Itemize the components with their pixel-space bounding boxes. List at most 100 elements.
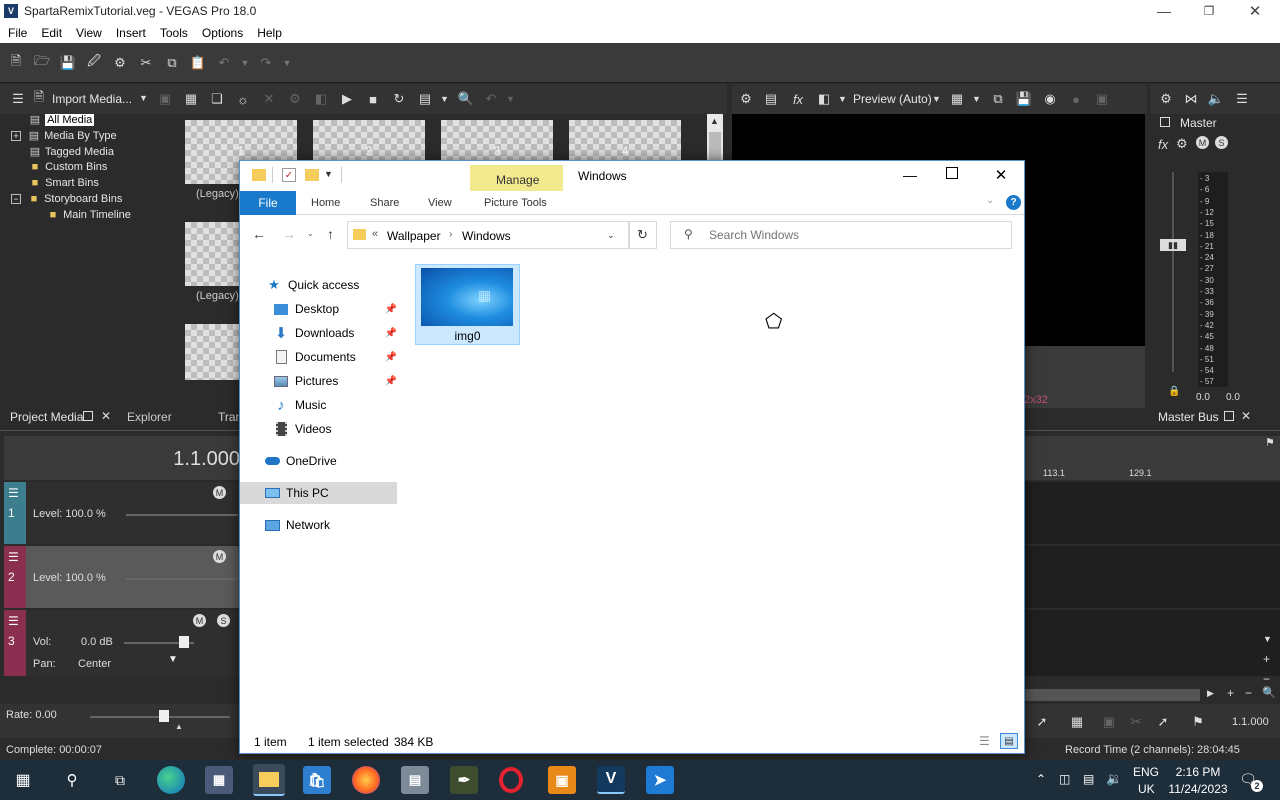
menu-help[interactable]: Help (257, 23, 282, 40)
marker-tool-icon[interactable]: ⚑ (1189, 713, 1207, 731)
save-snapshot-icon[interactable]: 💾 (1015, 90, 1033, 108)
trim-tool-icon[interactable]: ➚ (1154, 713, 1172, 731)
cut-icon[interactable]: ✂ (137, 54, 155, 72)
nav-onedrive[interactable]: OneDrive (264, 450, 337, 472)
remove-icon[interactable]: ✕ (260, 90, 278, 108)
play-icon[interactable]: ▶ (338, 90, 356, 108)
undo-icon[interactable]: ↶ (215, 54, 233, 72)
overlays-grid-icon[interactable]: ▦ (948, 90, 966, 108)
scroll-up-icon[interactable]: ▲ (710, 116, 719, 126)
web-icon[interactable]: ☼ (234, 90, 252, 108)
scroll-thumb[interactable] (709, 132, 721, 162)
restore-icon[interactable]: ❐ (1201, 2, 1217, 20)
minimize-icon[interactable]: — (1156, 2, 1172, 20)
task-view-icon[interactable]: ⧉ (110, 770, 130, 790)
master-fx-icon[interactable]: fx (1158, 137, 1168, 152)
proxy-icon[interactable]: ◧ (312, 90, 330, 108)
paste-icon[interactable]: 📋 (189, 54, 207, 72)
menu-view[interactable]: View (76, 23, 102, 40)
master-undock-icon[interactable] (1224, 411, 1234, 421)
nav-pictures[interactable]: Pictures 📌 (273, 370, 397, 392)
auto-preview-icon[interactable]: ↻ (390, 90, 408, 108)
ribbon-tab-view[interactable]: View (428, 197, 452, 209)
render-icon[interactable]: 🖉 (85, 53, 103, 72)
expand-icon[interactable]: + (11, 131, 21, 141)
large-icons-view-icon[interactable]: ▤ (1000, 733, 1018, 749)
media-views-icon[interactable]: ☰ (9, 90, 27, 108)
address-dropdown-icon[interactable]: ⌄ (607, 230, 615, 241)
preview-extra-icon[interactable]: ● (1067, 90, 1085, 108)
manage-tab[interactable]: Manage (496, 173, 539, 187)
track-menu-icon[interactable]: ☰ (8, 614, 19, 628)
volume-icon[interactable]: 🔉 (1106, 771, 1122, 787)
level-slider[interactable] (126, 578, 238, 580)
store-icon[interactable]: 🛍 (303, 766, 331, 794)
open-folder-icon[interactable]: 🗁 (33, 53, 51, 72)
ribbon-tab-share[interactable]: Share (370, 197, 399, 209)
menu-insert[interactable]: Insert (116, 23, 146, 40)
menu-file[interactable]: File (8, 23, 27, 40)
device-icon[interactable]: ▤ (762, 90, 780, 108)
breadcrumb-windows[interactable]: Windows (462, 229, 511, 243)
zoom-icon[interactable]: 🔍 (457, 90, 475, 108)
fx-icon[interactable]: fx (789, 90, 807, 108)
tree-item-storyboard-bins[interactable]: − ■ Storyboard Bins (11, 193, 122, 209)
start-windows-icon[interactable]: ▦ (14, 771, 32, 789)
address-bar[interactable]: « Wallpaper › Windows ⌄ (347, 221, 629, 249)
track-mute-icon[interactable]: M (213, 550, 226, 563)
breadcrumb-separator-icon[interactable]: › (449, 229, 452, 240)
nav-documents[interactable]: Documents 📌 (273, 346, 397, 368)
clock-date[interactable]: 11/24/2023 (1165, 782, 1231, 796)
vol-slider-handle[interactable] (179, 636, 189, 648)
split-tool-icon[interactable]: ✂ (1127, 713, 1145, 731)
media-undo-dropdown-icon[interactable]: ▼ (506, 94, 515, 104)
clock-time[interactable]: 2:16 PM (1173, 765, 1223, 779)
ribbon-tab-home[interactable]: Home (311, 197, 340, 209)
master-mute-icon[interactable]: M (1196, 136, 1209, 149)
split-screen-icon[interactable]: ◧ (815, 90, 833, 108)
track-header-3[interactable]: ☰ 3 M S Vol: 0.0 dB Pan: Center ▼ (4, 610, 240, 676)
breadcrumb-overflow-icon[interactable]: « (372, 228, 378, 240)
firefox-icon[interactable] (352, 766, 380, 794)
master-settings-icon[interactable]: ⚙ (1176, 136, 1188, 152)
get-media-icon[interactable]: ▦ (182, 90, 200, 108)
recent-locations-icon[interactable]: ⌄ (307, 229, 314, 238)
rate-slider-handle[interactable] (159, 710, 169, 722)
nav-this-pc[interactable]: This PC (240, 482, 397, 504)
track-menu-icon[interactable]: ☰ (8, 550, 19, 564)
app-paint-icon[interactable]: ▦ (205, 766, 233, 794)
capture-icon[interactable]: ▣ (156, 90, 174, 108)
properties-check-icon[interactable]: ✓ (282, 168, 296, 182)
tray-device-icon[interactable]: ◫ (1059, 772, 1070, 786)
search-input[interactable] (709, 226, 999, 244)
redo-dropdown-icon[interactable]: ▼ (278, 54, 296, 72)
explorer-maximize-icon[interactable] (946, 167, 958, 179)
close-icon[interactable]: ✕ (1247, 2, 1263, 20)
tree-item-media-by-type[interactable]: + ▤ Media By Type (11, 129, 117, 145)
tree-item-main-timeline[interactable]: ■ Main Timeline (46, 209, 131, 225)
menu-tools[interactable]: Tools (160, 23, 188, 40)
zoom-tool-icon[interactable]: 🔍 (1262, 686, 1276, 699)
file-item-img0[interactable]: ▦ img0 (415, 264, 520, 345)
pen-tool-icon[interactable]: ✒ (450, 766, 478, 794)
zoom-out-vertical-icon[interactable]: − (1263, 672, 1270, 686)
envelope-tool-icon[interactable]: ▦ (1068, 713, 1086, 731)
vegas-taskbar-icon[interactable]: V (597, 766, 625, 794)
tab-project-media[interactable]: Project Media (10, 410, 83, 424)
close-tab-icon[interactable]: ✕ (101, 409, 111, 423)
master-gear-icon[interactable]: ⚙ (1157, 90, 1175, 108)
import-media-icon[interactable]: 🗎 (30, 89, 48, 108)
track-menu-icon[interactable]: ☰ (8, 486, 19, 500)
master-fader-handle[interactable]: ▮▮ (1160, 239, 1186, 251)
track-solo-icon[interactable]: S (217, 614, 230, 627)
new-folder-icon[interactable] (305, 169, 319, 181)
master-solo-icon[interactable]: S (1215, 136, 1228, 149)
menu-options[interactable]: Options (202, 23, 243, 40)
media-undo-icon[interactable]: ↶ (482, 90, 500, 108)
refresh-icon[interactable]: ↻ (637, 227, 648, 243)
record-icon[interactable]: ◉ (1041, 90, 1059, 108)
split-dropdown-icon[interactable]: ▼ (838, 94, 847, 104)
view-dropdown-icon[interactable]: ▼ (440, 94, 449, 104)
search-icon[interactable]: ⚲ (62, 770, 82, 790)
nav-downloads[interactable]: ⬇ Downloads 📌 (273, 322, 397, 344)
